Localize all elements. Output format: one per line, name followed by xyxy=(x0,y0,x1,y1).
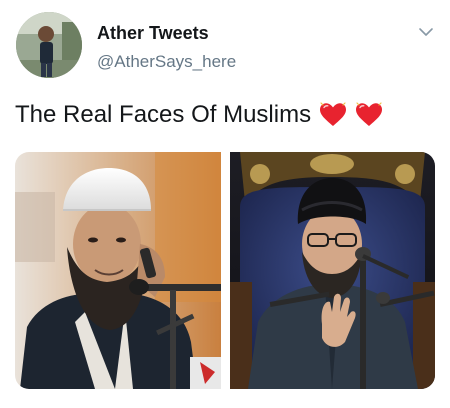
chevron-down-icon[interactable] xyxy=(418,24,434,40)
tweet-text: The Real Faces Of Muslims xyxy=(15,101,312,128)
author-avatar[interactable] xyxy=(16,12,82,78)
man-with-white-cap-on-phone-photo[interactable] xyxy=(15,152,221,389)
tweet-body: The Real Faces Of Muslims xyxy=(15,101,383,129)
tweet-card: Ather Tweets @AtherSays_here The Real Fa… xyxy=(0,0,450,408)
heart-icon xyxy=(319,102,347,128)
heart-icon xyxy=(355,102,383,128)
tweet-media xyxy=(15,152,435,389)
user-avatar-icon xyxy=(16,12,82,78)
author-handle[interactable]: @AtherSays_here xyxy=(97,52,236,72)
man-with-black-turban-speaking-photo[interactable] xyxy=(230,152,435,389)
author-display-name[interactable]: Ather Tweets xyxy=(97,23,209,44)
